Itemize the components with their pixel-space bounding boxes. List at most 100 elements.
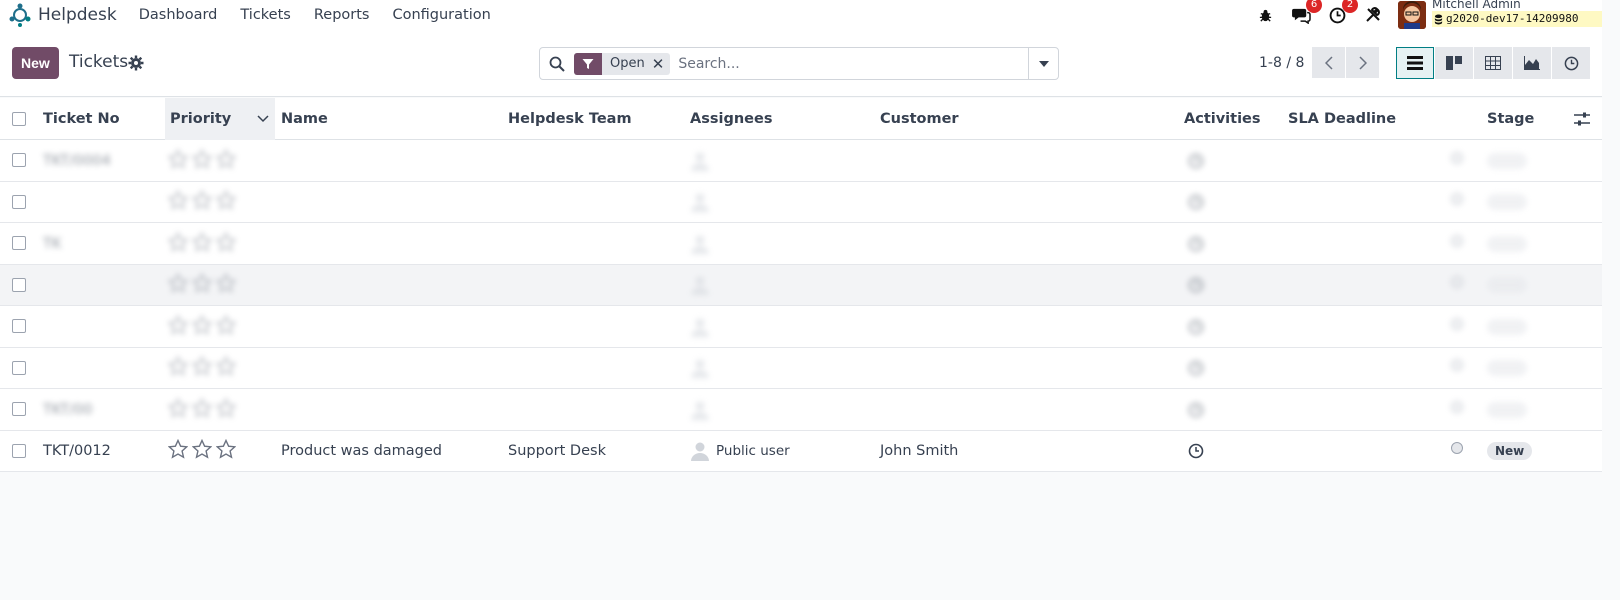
clock-icon[interactable]: 2 (1326, 0, 1358, 26)
pager-value[interactable]: 1-8 / 8 (1259, 55, 1304, 71)
star-icon[interactable] (167, 438, 189, 463)
clock-icon[interactable] (1188, 277, 1204, 293)
avatar[interactable] (1398, 1, 1426, 29)
kanban-state-icon[interactable] (1451, 317, 1463, 330)
star-icon[interactable] (191, 314, 213, 339)
assignee-cell[interactable] (690, 265, 716, 306)
menu-item-reports[interactable]: Reports (314, 7, 370, 23)
table-row[interactable] (0, 306, 1602, 348)
star-icon[interactable] (191, 272, 213, 297)
priority-stars[interactable] (167, 189, 237, 214)
menu-item-dashboard[interactable]: Dashboard (139, 7, 218, 23)
star-icon[interactable] (167, 314, 189, 339)
kanban-state-cell[interactable] (1451, 223, 1463, 258)
kanban-state-icon[interactable] (1451, 151, 1463, 164)
column-header-name[interactable]: Name (281, 98, 328, 140)
column-header-activities[interactable]: Activities (1184, 98, 1261, 140)
star-icon[interactable] (191, 189, 213, 214)
star-icon[interactable] (215, 189, 237, 214)
column-header-helpdesk-team[interactable]: Helpdesk Team (508, 98, 632, 140)
kanban-state-icon[interactable] (1451, 442, 1463, 454)
clock-icon[interactable] (1188, 319, 1204, 335)
kanban-state-cell[interactable] (1451, 431, 1463, 466)
assignee-cell[interactable] (690, 223, 716, 264)
search-icon[interactable] (540, 56, 574, 72)
optional-columns-toggle[interactable] (1574, 98, 1590, 140)
assignee-cell[interactable] (690, 306, 716, 347)
column-header-stage[interactable]: Stage (1487, 98, 1534, 140)
pivot-view-button[interactable] (1474, 47, 1512, 79)
row-checkbox[interactable] (12, 443, 26, 458)
table-row[interactable]: TK (0, 223, 1602, 265)
activity-cell[interactable] (1188, 182, 1204, 223)
priority-cell[interactable] (167, 431, 237, 472)
app-brand[interactable]: Helpdesk (6, 1, 117, 29)
priority-stars[interactable] (167, 355, 237, 380)
pager-next-button[interactable] (1346, 47, 1379, 78)
pager-previous-button[interactable] (1312, 47, 1345, 78)
activity-cell[interactable] (1188, 265, 1204, 306)
star-icon[interactable] (167, 272, 189, 297)
priority-stars[interactable] (167, 314, 237, 339)
kanban-state-cell[interactable] (1451, 348, 1463, 383)
priority-cell[interactable] (167, 140, 237, 181)
assignee-cell[interactable] (690, 348, 716, 389)
column-header-priority[interactable]: Priority (165, 98, 275, 140)
star-icon[interactable] (167, 148, 189, 173)
activity-cell[interactable] (1188, 431, 1204, 472)
clock-icon[interactable] (1188, 402, 1204, 418)
priority-cell[interactable] (167, 348, 237, 389)
kanban-state-cell[interactable] (1451, 265, 1463, 300)
kanban-state-cell[interactable] (1451, 182, 1463, 217)
priority-cell[interactable] (167, 223, 237, 264)
star-icon[interactable] (215, 272, 237, 297)
row-checkbox[interactable] (12, 277, 26, 292)
select-all-checkbox[interactable] (12, 112, 26, 126)
kanban-state-cell[interactable] (1451, 306, 1463, 341)
row-checkbox[interactable] (12, 153, 26, 167)
user-menu[interactable]: Mitchell Admin g2020-dev17-14209980 (1432, 0, 1602, 27)
row-checkbox[interactable] (12, 402, 26, 416)
table-row[interactable]: TKT/0004 (0, 140, 1602, 182)
table-row[interactable]: TKT/0012 Product was damaged Support Des… (0, 430, 1602, 472)
table-row[interactable] (0, 264, 1602, 306)
priority-stars[interactable] (167, 148, 237, 173)
gear-icon[interactable] (128, 55, 144, 71)
bug-icon[interactable] (1254, 4, 1276, 26)
table-row[interactable]: TKT/00 (0, 389, 1602, 431)
row-checkbox[interactable] (12, 236, 26, 250)
tools-icon[interactable] (1362, 4, 1384, 26)
new-button[interactable]: New (12, 47, 59, 79)
priority-stars[interactable] (167, 231, 237, 256)
priority-cell[interactable] (167, 265, 237, 306)
activity-cell[interactable] (1188, 140, 1204, 181)
priority-stars[interactable] (167, 272, 237, 297)
star-icon[interactable] (191, 231, 213, 256)
assignee-cell[interactable] (690, 389, 716, 430)
row-checkbox[interactable] (12, 360, 26, 375)
menu-item-tickets[interactable]: Tickets (240, 7, 290, 23)
kanban-state-icon[interactable] (1451, 359, 1463, 371)
clock-icon[interactable] (1188, 236, 1204, 252)
kanban-state-icon[interactable] (1451, 276, 1463, 288)
priority-cell[interactable] (167, 306, 237, 347)
clock-icon[interactable] (1188, 360, 1204, 376)
column-header-sla-deadline[interactable]: SLA Deadline (1288, 98, 1396, 140)
priority-cell[interactable] (167, 182, 237, 223)
priority-cell[interactable] (167, 389, 237, 430)
column-header-ticket-no[interactable]: Ticket No (43, 98, 120, 140)
star-icon[interactable] (215, 314, 237, 339)
kanban-state-icon[interactable] (1451, 400, 1463, 413)
table-row[interactable] (0, 347, 1602, 389)
activity-cell[interactable] (1188, 348, 1204, 389)
column-header-assignees[interactable]: Assignees (690, 98, 772, 140)
filter-facet[interactable]: Open ✕ (574, 52, 671, 75)
list-view-button[interactable] (1396, 47, 1434, 79)
star-icon[interactable] (191, 438, 213, 463)
assignee-cell[interactable] (690, 140, 716, 181)
priority-stars[interactable] (167, 438, 237, 463)
close-icon[interactable]: ✕ (652, 55, 671, 73)
activity-cell[interactable] (1188, 389, 1204, 430)
activity-cell[interactable] (1188, 306, 1204, 347)
clock-icon[interactable] (1188, 443, 1204, 459)
